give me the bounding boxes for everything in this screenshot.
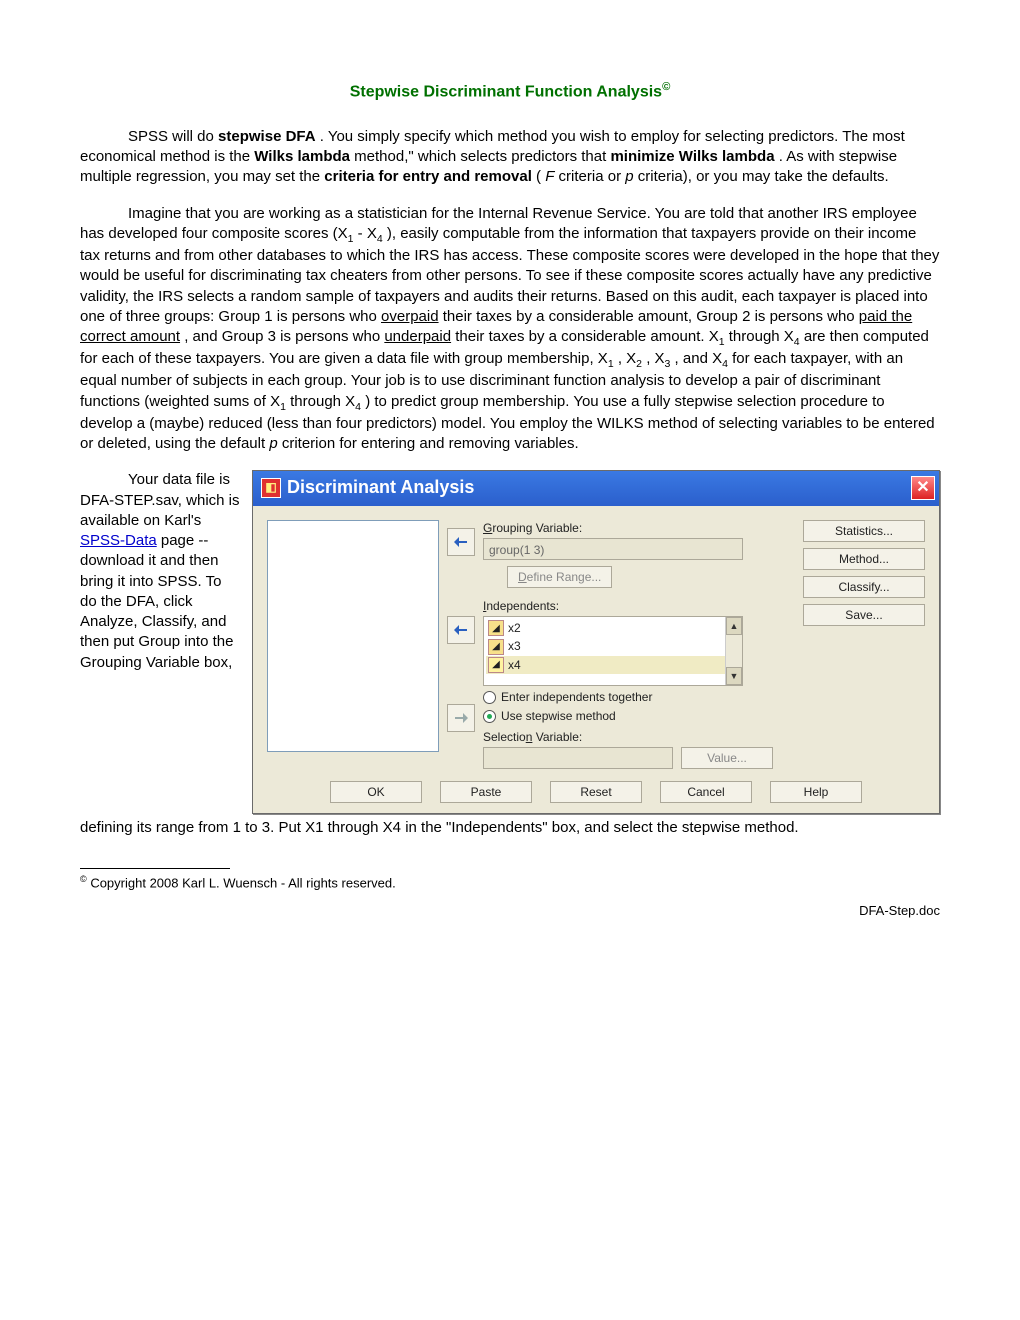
title-text: Stepwise Discriminant Function Analysis [350,83,662,100]
scroll-up-icon[interactable]: ▲ [726,617,742,635]
ok-button[interactable]: OK [330,781,422,803]
arrow-right-icon [454,712,468,724]
statistics-button[interactable]: Statistics... [803,520,925,542]
scale-var-icon: ◢ [488,657,504,673]
text: defining its range from 1 to 3. Put X1 t… [80,819,799,836]
grouping-value: group(1 3) [489,543,544,557]
discriminant-analysis-dialog: ◧ Discriminant Analysis ✕ [252,470,940,814]
var-label: x2 [508,620,521,636]
subscript: 2 [636,358,642,370]
save-button[interactable]: Save... [803,604,925,626]
text: through X [729,328,794,345]
text: criteria or [559,168,626,185]
arrow-left-icon [454,624,468,636]
text-underline: overpaid [381,308,439,325]
scrollbar[interactable]: ▲ ▼ [725,617,742,685]
text: Your data file is DFA-STEP.sav, which is… [80,471,240,529]
var-label: x4 [508,657,521,673]
text-bold: minimize Wilks lambda [610,148,774,165]
text: method," which selects predictors that [354,148,610,165]
list-item[interactable]: ◢x3 [486,637,740,655]
independents-label: Independents: [483,598,787,614]
subscript: 1 [608,358,614,370]
footnote-text: Copyright 2008 Karl L. Wuensch - All rig… [87,876,396,891]
arrow-left-icon [454,536,468,548]
text: , and Group 3 is persons who [184,328,384,345]
var-label: x3 [508,638,521,654]
text: criteria), or you may take the defaults. [638,168,889,185]
cancel-button[interactable]: Cancel [660,781,752,803]
selection-variable-label: Selection Variable: [483,729,787,745]
title-copyright: © [662,81,670,93]
subscript: 1 [280,401,286,413]
radio-use-stepwise[interactable]: Use stepwise method [483,708,787,724]
footnote: © Copyright 2008 Karl L. Wuensch - All r… [80,873,940,892]
footnote-separator [80,868,230,869]
list-item[interactable]: ◢x4 [486,656,740,674]
subscript: 4 [355,401,361,413]
scroll-down-icon[interactable]: ▼ [726,667,742,685]
source-variable-list[interactable] [267,520,439,752]
paragraph-2: Imagine that you are working as a statis… [80,204,940,455]
text-italic: p [625,168,633,185]
reset-button[interactable]: Reset [550,781,642,803]
text: , X [618,350,636,367]
subscript: 4 [722,358,728,370]
text-bold: Wilks lambda [254,148,350,165]
text: ( [536,168,541,185]
text-italic: F [545,168,554,185]
move-grouping-button[interactable] [447,528,475,556]
text-underline: underpaid [384,328,451,345]
independents-list[interactable]: ◢x2 ◢x3 ◢x4 ▲ ▼ [483,616,743,686]
footnote-mark: © [80,874,87,884]
text: SPSS will do [128,128,218,145]
move-independents-button[interactable] [447,616,475,644]
value-button[interactable]: Value... [681,747,773,769]
dialog-titlebar[interactable]: ◧ Discriminant Analysis ✕ [253,471,939,505]
text: their taxes by a considerable amount, Gr… [443,308,859,325]
subscript: 1 [348,233,354,245]
subscript: 4 [794,336,800,348]
text: - X [358,225,377,242]
text: through X [290,393,355,410]
help-button[interactable]: Help [770,781,862,803]
paste-button[interactable]: Paste [440,781,532,803]
paragraph-3: defining its range from 1 to 3. Put X1 t… [80,818,940,838]
text: page -- download it and then bring it in… [80,532,233,671]
radio-enter-together[interactable]: Enter independents together [483,689,787,705]
radio-on-icon [483,710,496,723]
close-icon[interactable]: ✕ [911,476,935,500]
app-icon: ◧ [261,478,281,498]
grouping-variable-field[interactable]: group(1 3) [483,538,743,560]
method-button[interactable]: Method... [803,548,925,570]
subscript: 4 [377,233,383,245]
footer-filename: DFA-Step.doc [80,902,940,920]
side-paragraph: Your data file is DFA-STEP.sav, which is… [80,470,240,673]
scale-var-icon: ◢ [488,639,504,655]
move-selection-button[interactable] [447,704,475,732]
list-item[interactable]: ◢x2 [486,619,740,637]
text: their taxes by a considerable amount. X [455,328,718,345]
text-italic: p [269,435,277,452]
selection-variable-field[interactable] [483,747,673,769]
spss-data-link[interactable]: SPSS-Data [80,532,157,549]
dialog-title: Discriminant Analysis [287,475,474,499]
subscript: 1 [719,336,725,348]
text: , X [646,350,664,367]
text-bold: stepwise DFA [218,128,316,145]
text: , and X [675,350,723,367]
page-title: Stepwise Discriminant Function Analysis© [80,80,940,103]
grouping-variable-label: Grouping Variable: [483,520,787,536]
text: criterion for entering and removing vari… [282,435,579,452]
radio-off-icon [483,691,496,704]
paragraph-1: SPSS will do stepwise DFA . You simply s… [80,127,940,188]
subscript: 3 [665,358,671,370]
define-range-button[interactable]: Define Range... [507,566,612,588]
classify-button[interactable]: Classify... [803,576,925,598]
text-bold: criteria for entry and removal [324,168,532,185]
scale-var-icon: ◢ [488,620,504,636]
